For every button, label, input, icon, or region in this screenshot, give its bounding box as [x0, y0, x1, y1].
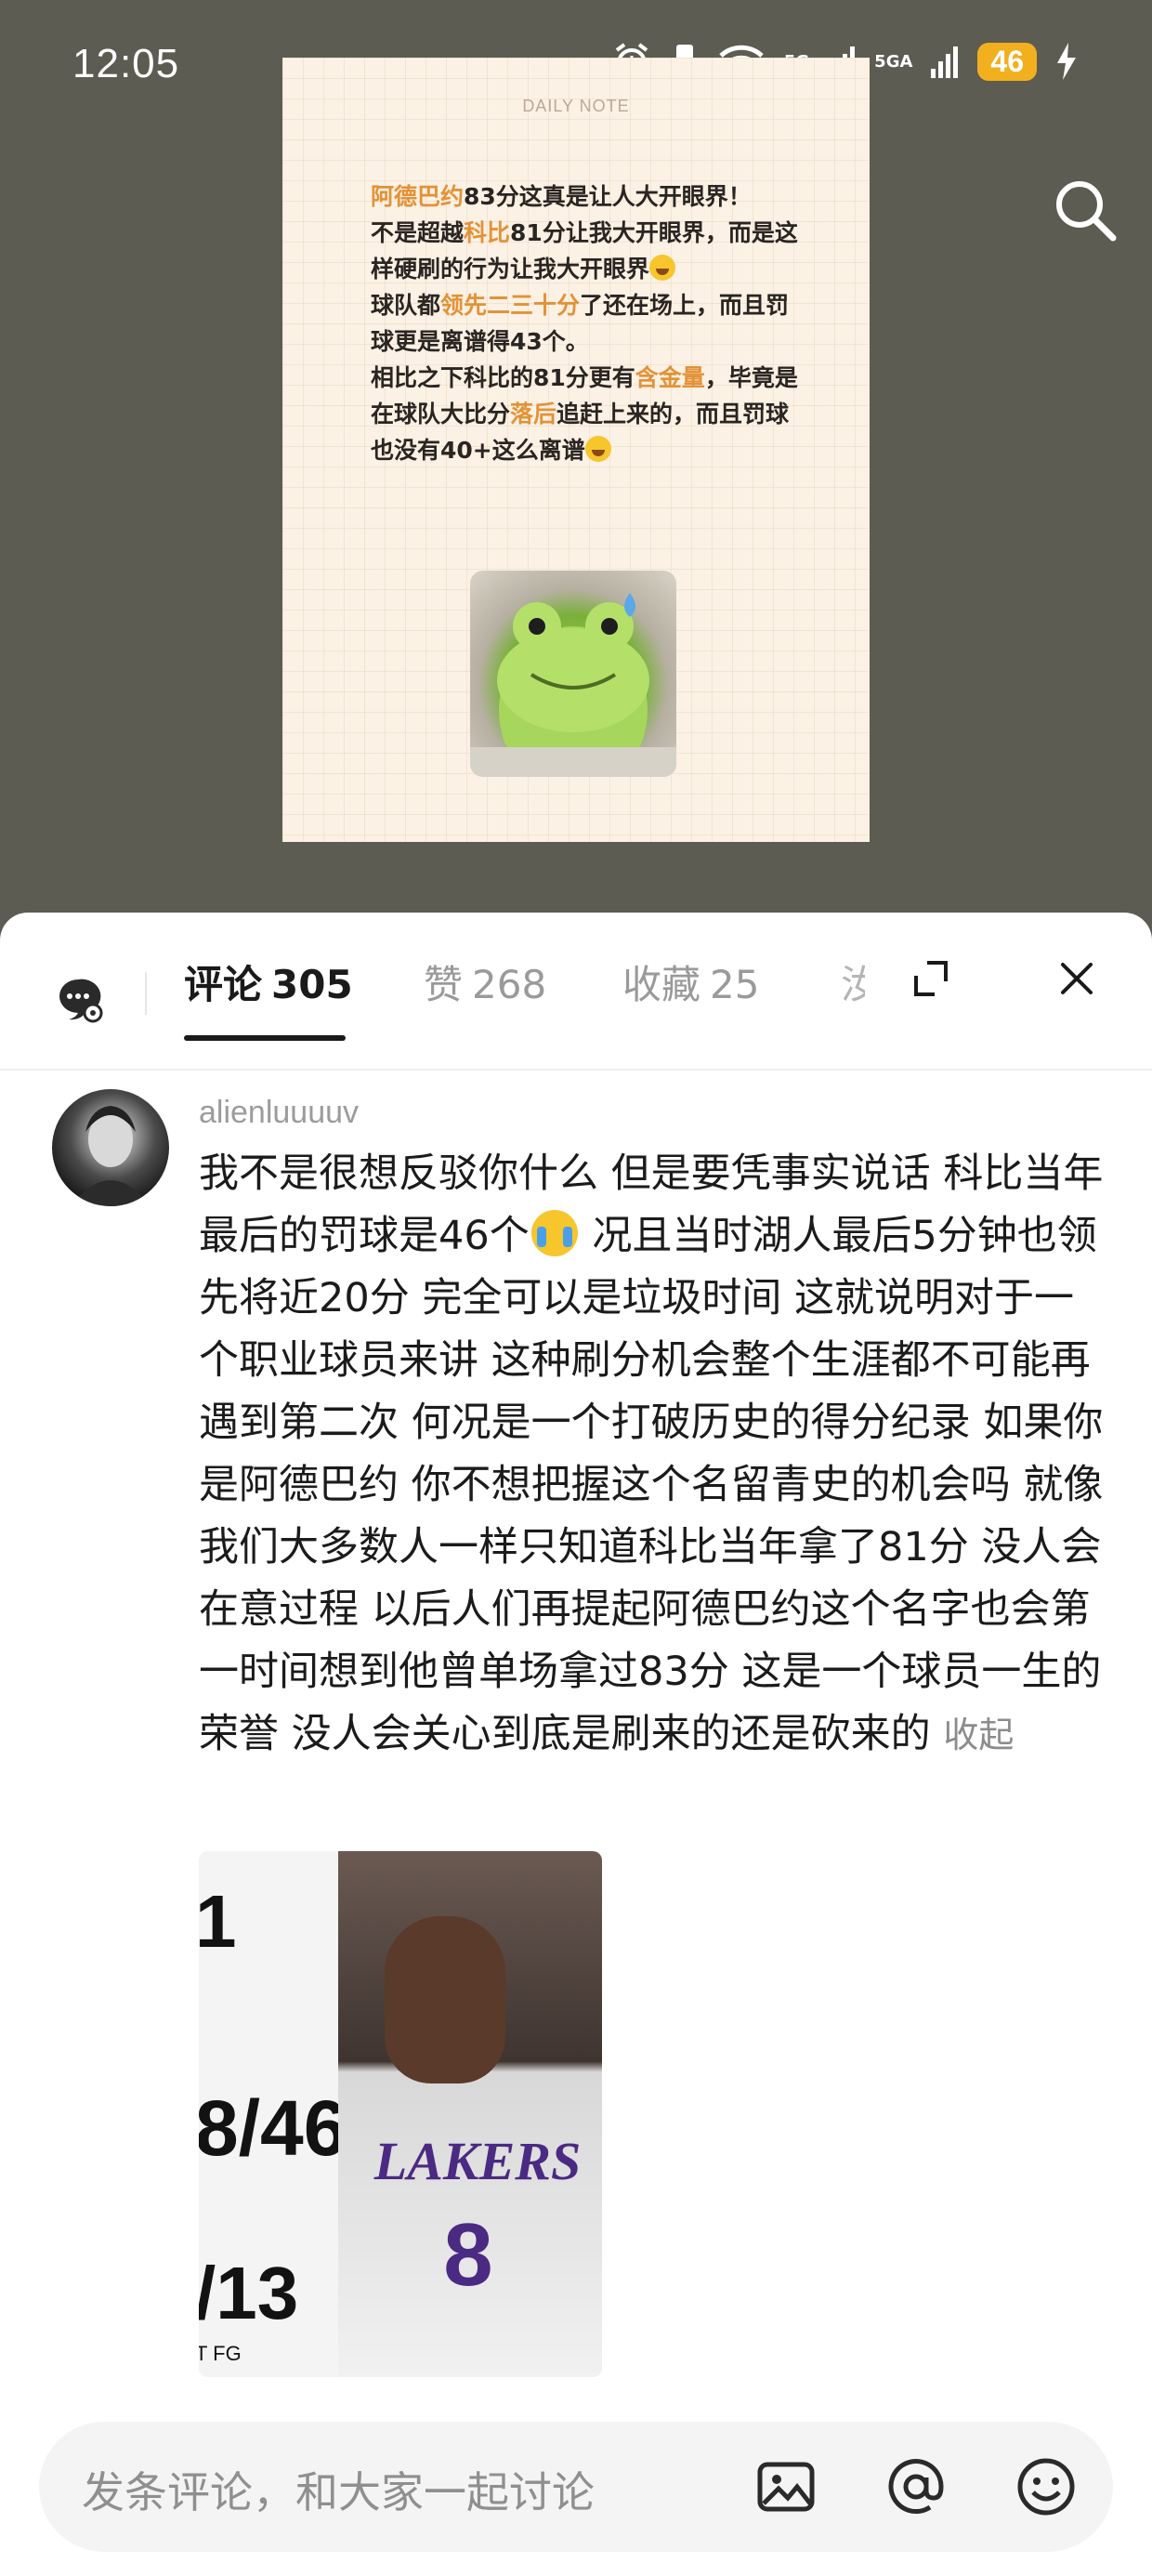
stat-text: /13 — [199, 2252, 299, 2334]
comment-text-part: 况且当时湖人最后5分钟也领先将近20分 完全可以是垃圾时间 这就说明对于一个职业… — [199, 1213, 1104, 1757]
note-header: DAILY NOTE — [522, 97, 630, 115]
avatar-image — [71, 1106, 151, 1206]
comment-input-bar[interactable]: 发条评论，和大家一起讨论 — [39, 2422, 1113, 2552]
note-span: 球队都 — [371, 292, 441, 319]
collapse-button[interactable]: 收起 — [943, 1715, 1014, 1755]
stat-panel: 1 8/46 /13 T FG — [199, 1851, 347, 2377]
frog-illustration — [470, 593, 676, 777]
player-head — [385, 1916, 505, 2083]
tab-count: 305 — [271, 962, 353, 1007]
note-highlight: 阿德巴约 — [371, 183, 465, 210]
search-icon[interactable] — [1050, 175, 1120, 245]
stat-text: 8/46 — [199, 2084, 347, 2172]
frog-image[interactable] — [470, 571, 676, 777]
tab-label: 赞 — [424, 962, 464, 1007]
comment-photo[interactable]: 1 8/46 /13 T FG LAKERS 8 — [199, 1851, 602, 2377]
ai-assistant-icon[interactable] — [54, 974, 104, 1024]
note-highlight: 含金量 — [635, 364, 705, 391]
signal-icon-2 — [931, 46, 959, 78]
battery-level: 46 — [977, 42, 1037, 81]
crying-emoji-icon — [530, 1210, 578, 1256]
note-paragraph-2: 不是超越科比81分让我大开眼界，而是这样硬刷的行为让我大开眼界 — [371, 215, 807, 287]
expand-icon[interactable] — [910, 957, 953, 1000]
tab-likes[interactable]: 赞 268 — [424, 953, 546, 1010]
note-span: 不是超越 — [371, 219, 465, 246]
avatar[interactable] — [52, 1089, 169, 1206]
note-highlight: 领先二三十分 — [440, 292, 581, 319]
charging-icon — [1057, 43, 1076, 80]
tab-bar: 评论 305 赞 268 收藏 25 汝 — [0, 913, 1152, 1071]
tab-favorites[interactable]: 收藏 25 — [622, 953, 759, 1010]
note-span: 相比之下科比的81分更有 — [371, 364, 635, 391]
note-span: 83分这真是让人大开眼界！ — [464, 183, 752, 210]
tab-label: 评论 — [184, 962, 263, 1007]
note-text: 阿德巴约83分这真是让人大开眼界！ 不是超越科比81分让我大开眼界，而是这样硬刷… — [371, 178, 807, 468]
jersey-number: 8 — [443, 2205, 493, 2305]
laugh-emoji-icon — [584, 436, 611, 462]
laugh-emoji-icon — [649, 255, 676, 281]
comment-input-placeholder[interactable]: 发条评论，和大家一起讨论 — [82, 2459, 595, 2520]
note-card: DAILY NOTE 阿德巴约83分这真是让人大开眼界！ 不是超越科比81分让我… — [282, 58, 870, 842]
comment-username[interactable]: alienluuuuv — [199, 1095, 359, 1131]
note-paragraph-4: 相比之下科比的81分更有含金量，毕竟是在球队大比分落后追赶上来的，而且罚球也没有… — [371, 360, 807, 468]
tab-overflow[interactable]: 汝 — [841, 953, 865, 1010]
player-photo: LAKERS 8 — [338, 1851, 602, 2377]
tab-comments[interactable]: 评论 305 — [184, 953, 353, 1010]
note-highlight: 科比 — [464, 219, 511, 246]
tab-count: 268 — [472, 962, 547, 1007]
note-paragraph-1: 阿德巴约83分这真是让人大开眼界！ — [371, 178, 807, 215]
jersey-text: LAKERS — [373, 2131, 582, 2191]
network-5ga: 5GA — [874, 51, 913, 72]
comment-text: 我不是很想反驳你什么 但是要凭事实说话 科比当年最后的罚球是46个 况且当时湖人… — [199, 1143, 1109, 1767]
image-icon[interactable] — [754, 2455, 818, 2518]
note-paragraph-3: 球队都领先二三十分了还在场上，而且罚球更是离谱得43个。 — [371, 287, 807, 360]
status-time: 12:05 — [72, 41, 180, 86]
tab-divider — [145, 972, 147, 1015]
stat-text: 1 — [199, 1880, 237, 1963]
tab-active-indicator — [184, 1035, 346, 1041]
at-icon[interactable] — [884, 2455, 948, 2518]
note-highlight: 落后 — [510, 401, 557, 427]
comments-sheet: 评论 305 赞 268 收藏 25 汝 alienluuuuv 我不是很想反驳你什么… — [0, 913, 1152, 2576]
stat-text: T FG — [199, 2342, 242, 2365]
close-icon[interactable] — [1055, 957, 1098, 1000]
tab-label: 收藏 — [622, 962, 701, 1007]
tab-count: 25 — [710, 962, 760, 1007]
emoji-icon[interactable] — [1015, 2455, 1078, 2518]
